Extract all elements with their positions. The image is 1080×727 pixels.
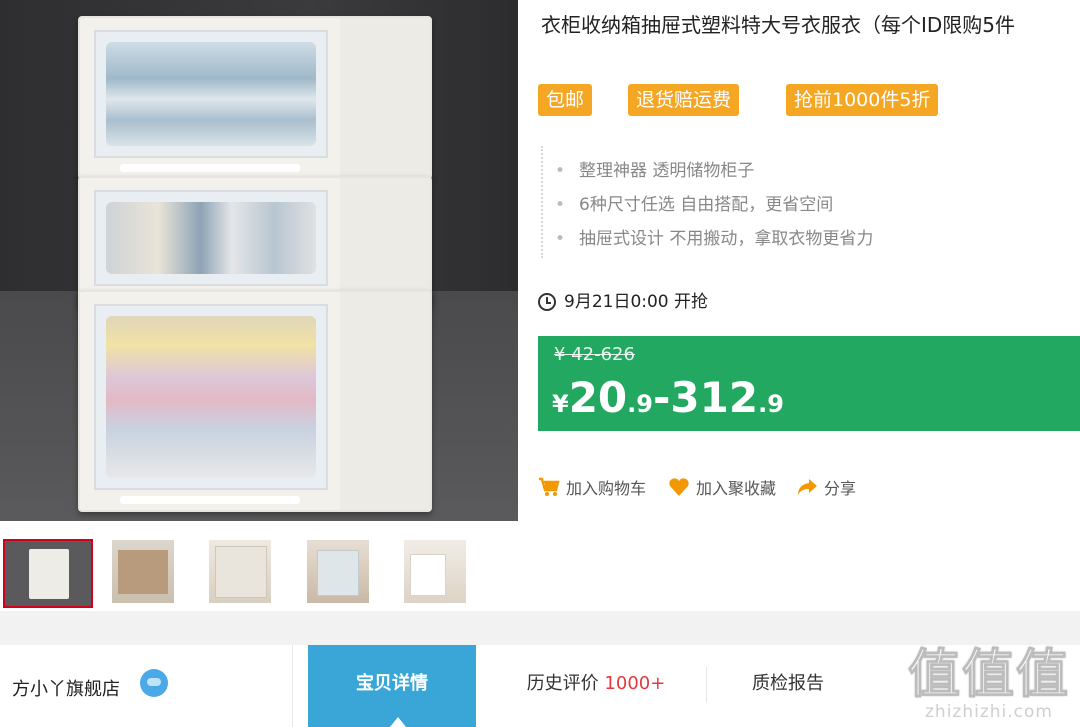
price-box: ¥ 42-626 ¥20.9-312.9 xyxy=(538,336,1080,431)
feature-item: 整理神器 透明储物柜子 xyxy=(555,156,754,181)
thumbnail-5[interactable] xyxy=(404,540,466,603)
price-high-decimal: .9 xyxy=(758,390,784,418)
thumbnail-1[interactable] xyxy=(3,539,93,608)
active-tab-pointer xyxy=(390,717,406,727)
share-icon xyxy=(796,477,818,497)
heart-icon xyxy=(668,477,690,497)
drawer-middle xyxy=(78,176,432,308)
currency-symbol: ¥ xyxy=(552,390,569,418)
tab-review-history-label: 历史评价 xyxy=(526,673,599,694)
tab-separator xyxy=(706,667,707,703)
share-button[interactable]: 分享 xyxy=(796,474,856,500)
watermark-logo: 值值值 xyxy=(907,645,1070,705)
tab-product-details[interactable]: 宝贝详情 xyxy=(308,645,476,727)
feature-list: 整理神器 透明储物柜子 6种尺寸任选 自由搭配，更省空间 抽屉式设计 不用搬动，… xyxy=(541,146,1080,258)
tab-quality-report[interactable]: 质检报告 xyxy=(728,645,848,727)
section-divider xyxy=(0,611,1080,645)
share-label: 分享 xyxy=(824,479,857,498)
shop-info: 方小丫旗舰店 xyxy=(0,645,293,727)
add-to-favorites-button[interactable]: 加入聚收藏 xyxy=(668,474,776,500)
current-price: ¥20.9-312.9 xyxy=(552,374,784,428)
price-range-dash: - xyxy=(652,373,671,422)
watermark-site: zhizhizhi.com xyxy=(925,702,1053,722)
feature-item: 6种尺寸任选 自由搭配，更省空间 xyxy=(555,190,833,215)
tag-free-shipping: 包邮 xyxy=(538,84,593,116)
drawer-top xyxy=(78,16,432,180)
review-count: 1000+ xyxy=(604,673,666,694)
thumbnail-2[interactable] xyxy=(112,540,174,603)
tab-quality-report-label: 质检报告 xyxy=(752,673,824,694)
thumbnail-strip xyxy=(0,521,518,611)
thumbnail-4[interactable] xyxy=(307,540,369,603)
thumbnail-3[interactable] xyxy=(209,540,271,603)
tag-first-1000-discount: 抢前1000件5折 xyxy=(786,84,939,116)
shop-name[interactable]: 方小丫旗舰店 xyxy=(12,675,120,701)
feature-item: 抽屉式设计 不用搬动，拿取衣物更省力 xyxy=(555,224,873,249)
clock-icon xyxy=(538,293,556,311)
price-low-decimal: .9 xyxy=(627,390,653,418)
original-price: ¥ 42-626 xyxy=(554,344,635,365)
price-high-integer: 312 xyxy=(670,373,759,422)
chat-icon[interactable] xyxy=(140,669,168,697)
drawer-bottom xyxy=(78,290,432,512)
add-to-cart-button[interactable]: 加入购物车 xyxy=(538,474,646,500)
main-product-image xyxy=(0,0,518,521)
cart-icon xyxy=(538,477,560,497)
tab-review-history[interactable]: 历史评价 1000+ xyxy=(496,645,696,727)
price-low-integer: 20 xyxy=(568,373,628,422)
add-to-cart-label: 加入购物车 xyxy=(566,479,647,498)
product-title: 衣柜收纳箱抽屉式塑料特大号衣服衣（每个ID限购5件 xyxy=(541,13,1016,37)
sale-start-text: 9月21日0:00 开抢 xyxy=(564,292,709,312)
tab-product-details-label: 宝贝详情 xyxy=(356,673,428,694)
site-watermark: 值值值 zhizhizhi.com xyxy=(907,645,1070,723)
add-to-favorites-label: 加入聚收藏 xyxy=(696,479,777,498)
sale-start-time: 9月21日0:00 开抢 xyxy=(538,287,708,312)
tag-return-shipping: 退货赔运费 xyxy=(628,84,740,116)
